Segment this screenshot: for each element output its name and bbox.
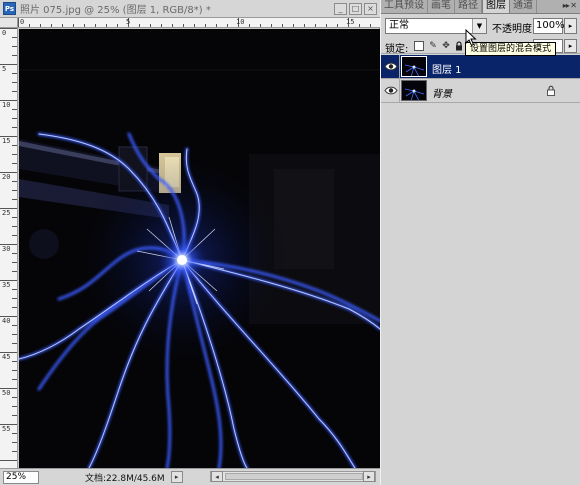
ruler-label: 10 (2, 101, 11, 109)
tab-brushes[interactable]: 画笔 (428, 0, 455, 13)
layer-row-layer1[interactable]: 图层 1 (381, 55, 580, 79)
document-size-info[interactable]: 文档:22.8M/45.6M (85, 471, 165, 484)
blend-row: 正常 ▼ 不透明度: 100% ▸ (381, 16, 580, 36)
ruler-label: 5 (2, 65, 7, 73)
light-painting-photo (19, 29, 380, 468)
layer-name[interactable]: 图层 1 (432, 61, 462, 76)
minimize-button[interactable]: _ (334, 3, 347, 15)
photoshop-logo-icon: Ps (3, 2, 16, 15)
ruler-label: 30 (2, 245, 11, 253)
thumbnail-image (402, 81, 426, 100)
ruler-label: 40 (2, 317, 11, 325)
horizontal-scrollbar[interactable]: ◂ ▸ (210, 471, 376, 482)
tab-channels[interactable]: 通道 (510, 0, 537, 13)
maximize-button[interactable]: □ (349, 3, 362, 15)
ruler-label: 35 (2, 281, 11, 289)
ruler-label: 50 (2, 389, 11, 397)
tooltip: 设置图层的混合模式 (465, 42, 557, 56)
image-canvas[interactable] (19, 29, 380, 468)
blend-mode-value: 正常 (389, 20, 409, 31)
opacity-slider-arrow-icon[interactable]: ▸ (564, 18, 577, 34)
horizontal-ruler-ticks (18, 18, 371, 27)
ruler-label: 20 (2, 173, 11, 181)
tab-tool-presets[interactable]: 工具预设 (381, 0, 428, 13)
panel-tab-bar: 工具预设 画笔 路径 图层 通道 ▸▸ ✕ (381, 0, 580, 14)
zoom-level-field[interactable]: 25% (3, 470, 39, 484)
document-title: 照片 075.jpg @ 25% (图层 1, RGB/8*) * (20, 5, 211, 16)
document-titlebar[interactable]: Ps 照片 075.jpg @ 25% (图层 1, RGB/8*) * _ □… (0, 0, 380, 18)
ruler-label: 0 (2, 29, 7, 37)
layer-divider (399, 79, 400, 103)
lock-all-icon[interactable] (454, 41, 464, 51)
lock-transparent-pixels-icon[interactable] (414, 41, 424, 51)
layer-row-background[interactable]: 背景 (381, 79, 580, 103)
layer-thumbnail[interactable] (401, 56, 427, 77)
close-button[interactable]: × (364, 3, 377, 15)
ruler-label: 15 (2, 137, 11, 145)
ruler-label: 5 (126, 18, 131, 26)
layers-panel: 工具预设 画笔 路径 图层 通道 ▸▸ ✕ 正常 ▼ 不透明度: 100% ▸ … (380, 0, 580, 485)
panel-menu-icon[interactable]: ▸▸ ✕ (563, 1, 577, 10)
eye-icon[interactable] (384, 84, 398, 97)
layer-thumbnail[interactable] (401, 80, 427, 101)
ruler-label: 45 (2, 353, 11, 361)
layer-name[interactable]: 背景 (432, 85, 452, 100)
mouse-pointer-icon (465, 29, 477, 47)
opacity-field[interactable]: 100% (533, 18, 565, 34)
ruler-label: 15 (346, 18, 355, 26)
ruler-label: 55 (2, 425, 11, 433)
eye-icon[interactable] (384, 60, 398, 73)
scroll-right-icon[interactable]: ▸ (363, 471, 375, 482)
opacity-label: 不透明度: (492, 24, 536, 35)
lock-label: 锁定: (385, 44, 409, 55)
vertical-ruler[interactable]: 0 5 10 15 20 25 30 35 40 45 50 55 (0, 28, 18, 468)
status-menu-arrow-icon[interactable]: ▸ (170, 471, 183, 483)
ruler-label: 10 (236, 18, 245, 26)
thumbnail-image (402, 57, 426, 76)
tab-paths[interactable]: 路径 (455, 0, 482, 13)
layer-divider (399, 55, 400, 79)
scroll-left-icon[interactable]: ◂ (211, 471, 223, 482)
ruler-label: 25 (2, 209, 11, 217)
scrollbar-thumb[interactable] (225, 473, 363, 480)
lock-position-icon[interactable]: ✥ (441, 41, 451, 51)
document-window: Ps 照片 075.jpg @ 25% (图层 1, RGB/8*) * _ □… (0, 0, 380, 485)
ruler-corner[interactable] (0, 18, 18, 28)
horizontal-ruler[interactable]: 0 5 10 15 (18, 18, 380, 28)
fill-slider-arrow-icon[interactable]: ▸ (564, 39, 577, 53)
lock-image-pixels-icon[interactable]: ✎ (428, 41, 438, 51)
ruler-label: 0 (20, 18, 25, 26)
lock-icon (547, 85, 555, 96)
tab-layers[interactable]: 图层 (482, 0, 510, 13)
